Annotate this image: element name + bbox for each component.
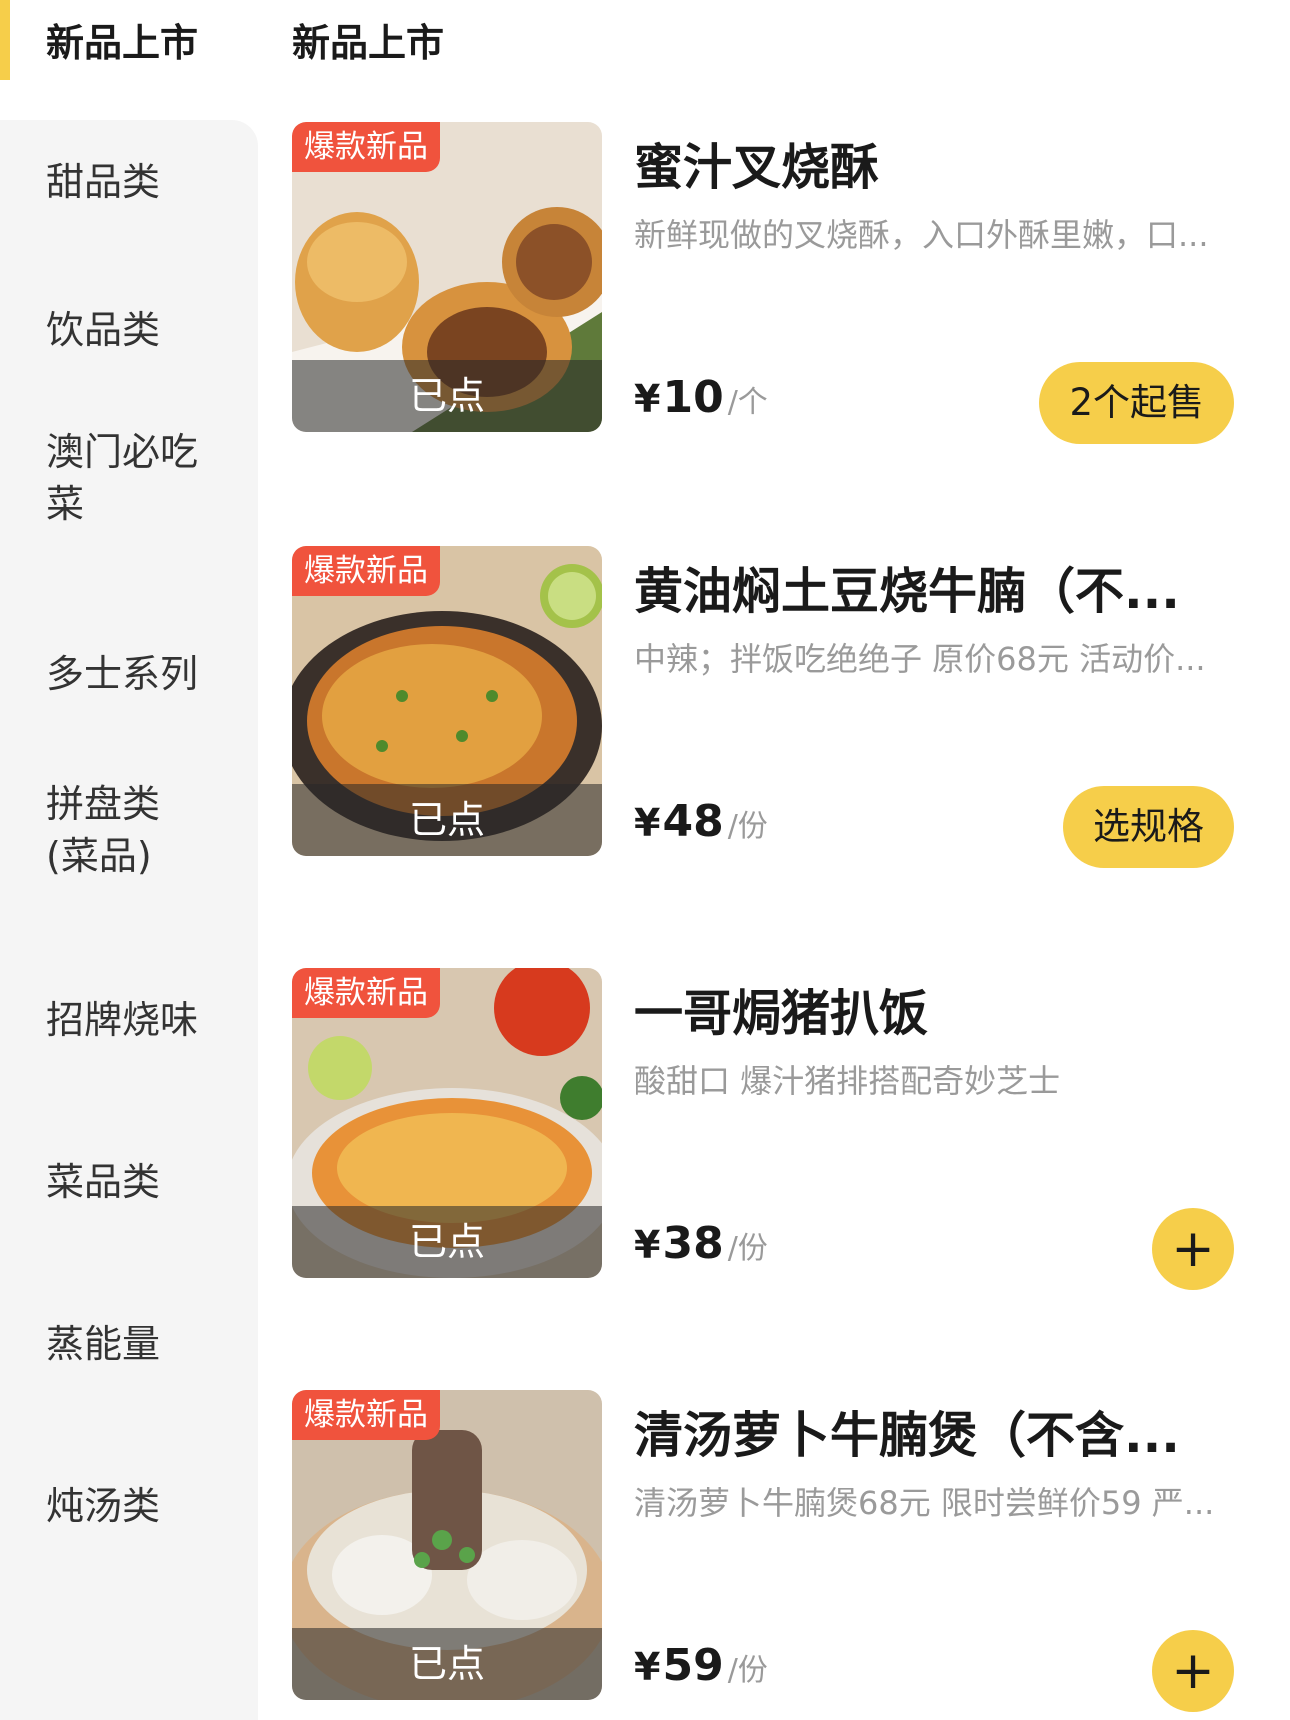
ordered-overlay: 已点 [292,784,602,856]
hot-new-badge: 爆款新品 [292,546,440,596]
category-sidebar: 新品上市 甜品类 饮品类 澳门必吃菜 多士系列 拼盘类(菜品) 招牌烧味 菜品类… [0,0,258,1720]
currency-symbol: ¥ [634,377,661,421]
price-value: 38 [662,1218,724,1269]
product-info: 黄油焖土豆烧牛腩（不... 中辣；拌饭吃绝绝子 原价68元 活动价... ¥48… [634,546,1234,868]
product-price: ¥48/份 [634,796,768,847]
hot-new-badge: 爆款新品 [292,122,440,172]
sidebar-item-drinks[interactable]: 饮品类 [46,304,226,356]
product-info: 蜜汁叉烧酥 新鲜现做的叉烧酥，入口外酥里嫩，口... ¥10/个 2个起售 [634,122,1234,444]
product-image[interactable]: 爆款新品 已点 [292,968,602,1278]
hot-new-badge: 爆款新品 [292,968,440,1018]
section-title: 新品上市 [292,21,445,65]
price-value: 10 [662,372,724,423]
sidebar-item-platter[interactable]: 拼盘类(菜品) [46,778,176,882]
product-price: ¥38/份 [634,1218,768,1269]
price-value: 59 [662,1640,724,1691]
product-price: ¥59/份 [634,1640,768,1691]
price-unit: /份 [727,809,768,844]
price-unit: /份 [727,1231,768,1266]
product-description: 中辣；拌饭吃绝绝子 原价68元 活动价... [634,640,1206,678]
product-description: 酸甜口 爆汁猪排搭配奇妙芝士 [634,1062,1061,1100]
sidebar-item-steamed[interactable]: 蒸能量 [46,1318,226,1370]
ordered-overlay: 已点 [292,1206,602,1278]
price-unit: /个 [727,385,768,420]
sidebar-item-new-arrivals[interactable]: 新品上市 [0,0,258,120]
sidebar-item-soup[interactable]: 炖汤类 [46,1480,226,1532]
product-name[interactable]: 蜜汁叉烧酥 [634,128,1234,199]
product-description: 清汤萝卜牛腩煲68元 限时尝鲜价59 严... [634,1484,1215,1522]
product-info: 一哥焗猪扒饭 酸甜口 爆汁猪排搭配奇妙芝士 ¥38/份 + [634,968,1234,1290]
add-to-cart-button[interactable]: + [1152,1630,1234,1712]
product-card[interactable]: 爆款新品 已点 蜜汁叉烧酥 新鲜现做的叉烧酥，入口外酥里嫩，口... ¥10/个… [292,122,1252,444]
currency-symbol: ¥ [634,1223,661,1267]
active-indicator [0,0,10,80]
price-unit: /份 [727,1653,768,1688]
product-name[interactable]: 黄油焖土豆烧牛腩（不... [634,552,1234,623]
product-price: ¥10/个 [634,372,768,423]
sidebar-item-label: 新品上市 [46,21,199,65]
product-card[interactable]: 爆款新品 已点 一哥焗猪扒饭 酸甜口 爆汁猪排搭配奇妙芝士 ¥38/份 + [292,968,1252,1290]
currency-symbol: ¥ [634,1645,661,1689]
hot-new-badge: 爆款新品 [292,1390,440,1440]
product-description: 新鲜现做的叉烧酥，入口外酥里嫩，口... [634,216,1209,254]
product-name[interactable]: 清汤萝卜牛腩煲（不含... [634,1396,1234,1467]
sidebar-item-macau-must[interactable]: 澳门必吃菜 [46,426,226,530]
sidebar-category-list: 甜品类 饮品类 澳门必吃菜 多士系列 拼盘类(菜品) 招牌烧味 菜品类 蒸能量 … [0,120,258,1720]
product-card[interactable]: 爆款新品 已点 黄油焖土豆烧牛腩（不... 中辣；拌饭吃绝绝子 原价68元 活动… [292,546,1252,868]
sidebar-item-desserts[interactable]: 甜品类 [46,156,226,208]
product-image[interactable]: 爆款新品 已点 [292,122,602,432]
sidebar-item-dishes[interactable]: 菜品类 [46,1156,226,1208]
select-spec-button[interactable]: 选规格 [1063,786,1234,868]
ordered-overlay: 已点 [292,1628,602,1700]
product-card[interactable]: 爆款新品 已点 清汤萝卜牛腩煲（不含... 清汤萝卜牛腩煲68元 限时尝鲜价59… [292,1390,1252,1712]
ordered-overlay: 已点 [292,360,602,432]
add-to-cart-button[interactable]: + [1152,1208,1234,1290]
sidebar-item-roast[interactable]: 招牌烧味 [46,994,226,1046]
product-info: 清汤萝卜牛腩煲（不含... 清汤萝卜牛腩煲68元 限时尝鲜价59 严... ¥5… [634,1390,1234,1712]
product-image[interactable]: 爆款新品 已点 [292,1390,602,1700]
sidebar-item-toast[interactable]: 多士系列 [46,648,226,700]
min-order-button[interactable]: 2个起售 [1039,362,1234,444]
product-image[interactable]: 爆款新品 已点 [292,546,602,856]
product-name[interactable]: 一哥焗猪扒饭 [634,974,1234,1045]
currency-symbol: ¥ [634,801,661,845]
price-value: 48 [662,796,724,847]
